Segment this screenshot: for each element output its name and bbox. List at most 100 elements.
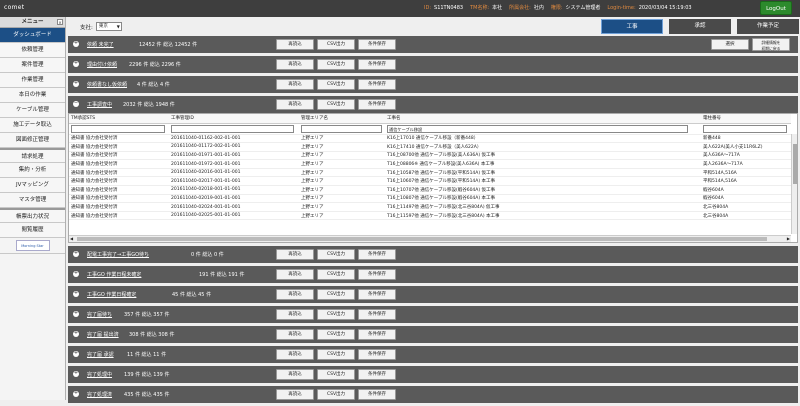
section-title[interactable]: 配電工事完了→工事GO待ち — [87, 251, 149, 258]
reload-button[interactable]: 再読込 — [276, 99, 314, 110]
sidebar-item[interactable]: 案件管理 — [0, 58, 65, 73]
section-title[interactable]: 工事調査中 — [87, 101, 112, 108]
table-row[interactable]: 通知書 協力会社受付済 201611040-01972-001-01-001 上野エ… — [69, 159, 791, 169]
sidebar-item[interactable]: 図面修正管理 — [0, 133, 65, 148]
reload-button[interactable]: 再読込 — [276, 369, 314, 380]
sidebar-item[interactable]: 依頼管理 — [0, 43, 65, 58]
save-condition-button[interactable]: 条件保存 — [358, 389, 396, 400]
tab[interactable]: 作業予定 — [737, 19, 799, 34]
reload-button[interactable]: 再読込 — [276, 389, 314, 400]
column-filter-input[interactable] — [171, 124, 294, 133]
select-button[interactable]: 選択 — [711, 39, 749, 50]
expand-icon[interactable]: + — [73, 391, 79, 397]
close-icon[interactable]: × — [57, 19, 63, 25]
csv-export-button[interactable]: CSV出力 — [317, 289, 355, 300]
csv-export-button[interactable]: CSV出力 — [317, 99, 355, 110]
table-row[interactable]: 通知書 協力会社受付済 201611040-02017-001-01-001 上野エ… — [69, 176, 791, 187]
column-filter-input[interactable] — [703, 124, 788, 133]
csv-export-button[interactable]: CSV出力 — [317, 309, 355, 320]
expand-icon[interactable]: + — [73, 81, 79, 87]
save-condition-button[interactable]: 条件保存 — [358, 39, 396, 50]
reload-button[interactable]: 再読込 — [276, 39, 314, 50]
reload-button[interactable]: 再読込 — [276, 289, 314, 300]
reload-button[interactable]: 再読込 — [276, 349, 314, 360]
section-title[interactable]: 理由付け依頼 — [87, 61, 117, 68]
expand-icon[interactable]: + — [73, 251, 79, 257]
sidebar-item[interactable]: 閲覧履歴 — [0, 223, 65, 238]
sidebar-item[interactable]: 施工データ取込 — [0, 118, 65, 133]
reload-button[interactable]: 再読込 — [276, 249, 314, 260]
save-condition-button[interactable]: 条件保存 — [358, 269, 396, 280]
save-condition-button[interactable]: 条件保存 — [358, 99, 396, 110]
sidebar-item[interactable]: 作業管理 — [0, 73, 65, 88]
reload-button[interactable]: 再読込 — [276, 329, 314, 340]
sidebar-item[interactable]: ダッシュボード — [0, 28, 65, 43]
branch-select[interactable]: 東京 ▼ — [95, 22, 122, 31]
expand-icon[interactable]: + — [73, 291, 79, 297]
reload-button[interactable]: 再読込 — [276, 79, 314, 90]
section-title[interactable]: 完了届 提出済 — [87, 331, 119, 338]
reload-button[interactable]: 再読込 — [276, 269, 314, 280]
table-row[interactable]: 通知書 協力会社受付済 201611040-01172-002-01-001 上野エ… — [69, 142, 791, 152]
csv-export-button[interactable]: CSV出力 — [317, 39, 355, 50]
save-condition-button[interactable]: 条件保存 — [358, 249, 396, 260]
scroll-thumb[interactable] — [77, 237, 767, 241]
sidebar-item[interactable]: 本日の作業 — [0, 88, 65, 103]
expand-icon[interactable]: + — [73, 41, 79, 47]
table-row[interactable]: 通知書 協力会社受付済 201611040-02016-001-01-001 上野エ… — [69, 168, 791, 178]
table-row[interactable]: 通知書 協力会社受付済 201611040-02024-001-01-001 上野エ… — [69, 202, 791, 212]
tab[interactable]: 工事 — [601, 19, 663, 34]
table-row[interactable]: 通知書 協力会社受付済 201611040-02025-001-01-001 上野エ… — [69, 211, 791, 221]
section-title[interactable]: 完了処理済 — [87, 391, 112, 398]
table-row[interactable]: 通知書 協力会社受付済 201611040-02018-001-01-001 上野エ… — [69, 185, 791, 195]
sidebar-item[interactable]: ケーブル管理 — [0, 103, 65, 118]
table-row[interactable]: 通知書 協力会社受付済 201611040-01971-001-01-001 上野エ… — [69, 151, 791, 161]
logout-button[interactable]: LogOut — [760, 1, 792, 15]
tab[interactable]: 承認 — [669, 19, 731, 34]
save-condition-button[interactable]: 条件保存 — [358, 369, 396, 380]
expand-icon[interactable]: + — [73, 271, 79, 277]
section-title[interactable]: 完了届 承認 — [87, 351, 114, 358]
scroll-left-icon[interactable]: ◀ — [70, 236, 73, 242]
save-condition-button[interactable]: 条件保存 — [358, 59, 396, 70]
scroll-right-icon[interactable]: ▶ — [787, 236, 790, 242]
csv-export-button[interactable]: CSV出力 — [317, 389, 355, 400]
section-title[interactable]: 依頼書なし仮依頼 — [87, 81, 127, 88]
column-filter-input[interactable] — [71, 124, 166, 133]
csv-export-button[interactable]: CSV出力 — [317, 349, 355, 360]
sidebar-item[interactable]: マスタ管理 — [0, 193, 65, 208]
csv-export-button[interactable]: CSV出力 — [317, 369, 355, 380]
reload-button[interactable]: 再読込 — [276, 309, 314, 320]
table-row[interactable]: 通知書 協力会社受付済 201611040-01162-002-01-001 上野エ… — [69, 134, 791, 144]
reload-button[interactable]: 再読込 — [276, 59, 314, 70]
sidebar-item[interactable]: JVマッピング — [0, 178, 65, 193]
section-title[interactable]: 工事GO 作業日程確定 — [87, 291, 136, 298]
expand-icon[interactable]: + — [73, 351, 79, 357]
column-filter-input[interactable]: 通信ケーブル移設 — [387, 124, 689, 133]
partner-logo[interactable]: Morning Star — [0, 238, 65, 254]
save-condition-button[interactable]: 条件保存 — [358, 329, 396, 340]
reset-search-button[interactable]: 詳細情報を 初期に戻る — [752, 38, 790, 51]
section-title[interactable]: 完了届待ち — [87, 311, 112, 318]
expand-icon[interactable]: − — [73, 101, 79, 107]
scroll-thumb[interactable] — [793, 144, 797, 184]
horizontal-scrollbar[interactable]: ◀ ▶ — [69, 235, 791, 242]
column-header[interactable]: 管理エリア名 — [299, 114, 385, 124]
csv-export-button[interactable]: CSV出力 — [317, 59, 355, 70]
save-condition-button[interactable]: 条件保存 — [358, 79, 396, 90]
expand-icon[interactable]: + — [73, 311, 79, 317]
csv-export-button[interactable]: CSV出力 — [317, 79, 355, 90]
save-condition-button[interactable]: 条件保存 — [358, 309, 396, 320]
sidebar-item[interactable]: 請求処理 — [0, 148, 65, 163]
column-header[interactable]: 工事管理ID — [169, 114, 299, 124]
column-header[interactable]: 電柱番号 — [701, 114, 791, 124]
section-title[interactable]: 工事GO 作業日程未確定 — [87, 271, 141, 278]
csv-export-button[interactable]: CSV出力 — [317, 249, 355, 260]
vertical-scrollbar[interactable] — [791, 134, 797, 234]
save-condition-button[interactable]: 条件保存 — [358, 289, 396, 300]
csv-export-button[interactable]: CSV出力 — [317, 329, 355, 340]
sidebar-item[interactable]: 集約・分析 — [0, 163, 65, 178]
sidebar-item[interactable]: 帳票出力状況 — [0, 208, 65, 223]
expand-icon[interactable]: + — [73, 331, 79, 337]
section-title[interactable]: 完了処理中 — [87, 371, 112, 378]
